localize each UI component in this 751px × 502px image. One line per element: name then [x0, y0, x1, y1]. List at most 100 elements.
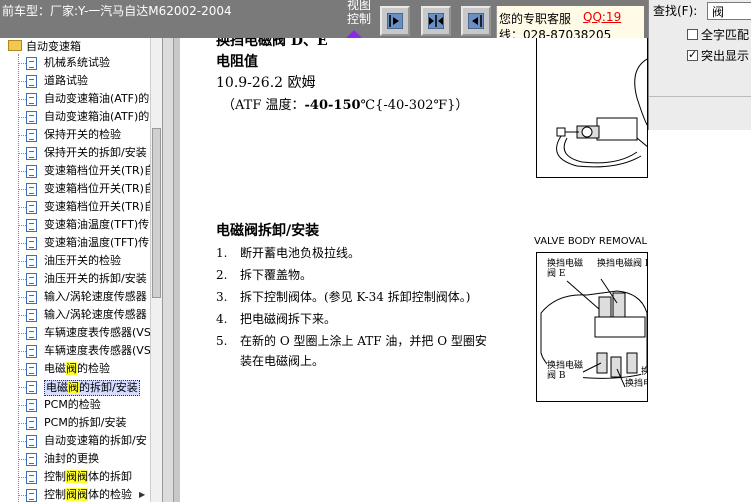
tree-connector-branch [18, 117, 26, 118]
removal-title: 电磁阀拆卸/安装 [216, 223, 320, 239]
service-box: 您的专职客服 QQ:19 线：028-87038205 [496, 6, 644, 38]
figure-label-solenoid-d: 换挡电磁阀 D [597, 259, 647, 269]
tree-item[interactable]: 控制阀阀体的检验 [0, 486, 162, 502]
tree-item-label: 控制阀阀体的检验 [44, 488, 132, 501]
next-page-button[interactable] [380, 6, 410, 36]
page-icon [26, 219, 37, 232]
search-hit: 阀阀 [66, 488, 88, 501]
tree-item[interactable]: 输入/涡轮速度传感器 [0, 306, 162, 324]
procedure-step: 5. 在新的 O 型圈上涂上 ATF 油，并把 O 型圈安 [216, 334, 487, 348]
find-label: 查找(F): [653, 4, 698, 18]
highlight-option[interactable]: 突出显示 [687, 47, 749, 64]
tree-item[interactable]: 车辆速度表传感器(VS [0, 324, 162, 342]
find-input[interactable] [707, 2, 751, 20]
next-page-icon [387, 13, 403, 29]
view-control-arrow-icon[interactable] [346, 30, 362, 38]
tree-item-label: 油压开关的拆卸/安装 [44, 272, 147, 285]
tree-connector-branch [18, 477, 26, 478]
tree-item[interactable]: 自动变速箱油(ATF)的 [0, 90, 162, 108]
find-panel: 查找(F): 全字匹配 突出显示 [648, 0, 751, 130]
tree-item-label: 控制阀阀体的拆卸 [44, 470, 132, 483]
tree-item[interactable]: 保持开关的检验 [0, 126, 162, 144]
procedure-step: 2. 拆下覆盖物。 [216, 268, 313, 282]
qq-link[interactable]: QQ:19 [583, 10, 621, 24]
tree-item[interactable]: 车辆速度表传感器(VS [0, 342, 162, 360]
tree-item[interactable]: 保持开关的拆卸/安装 [0, 144, 162, 162]
scroll-right-icon[interactable]: ▶ [139, 490, 145, 499]
tree-item[interactable]: 变速箱档位开关(TR)自 [0, 198, 162, 216]
whole-word-label: 全字匹配 [701, 28, 750, 42]
page-icon [26, 417, 37, 430]
tree-item[interactable]: 电磁阀的检验 [0, 360, 162, 378]
solenoid-figure [536, 38, 648, 178]
whole-word-checkbox[interactable] [687, 29, 698, 40]
tree-item[interactable]: 油压开关的检验 [0, 252, 162, 270]
figure-label-solenoid-c: 换挡电磁阀 C [625, 379, 647, 389]
tree-root-label: 自动变速箱 [26, 40, 81, 53]
tree-item[interactable]: 机械系统试验 [0, 54, 162, 72]
tree-connector-branch [18, 135, 26, 136]
tree-connector-branch [18, 333, 26, 334]
tree-item-label: PCM的检验 [44, 398, 101, 411]
tree-item-label: 油压开关的检验 [44, 254, 121, 267]
tree-item[interactable]: 电磁阀的拆卸/安装 [0, 378, 162, 396]
tree-connector-branch [18, 189, 26, 190]
chapter-tree: 自动变速箱 机械系统试验 道路试验 自动变速箱油(ATF)的 自动变速箱油(ATF)的… [0, 38, 162, 502]
prev-page-icon [468, 13, 484, 29]
tree-item-label: 变速箱档位开关(TR)自 [44, 200, 155, 213]
page-icon [26, 201, 37, 214]
page-icon [26, 111, 37, 124]
tree-item[interactable]: 控制阀阀体的拆卸 [0, 468, 162, 486]
tree-item[interactable]: PCM的检验 [0, 396, 162, 414]
find-divider [649, 96, 751, 97]
tree-connector-branch [18, 297, 26, 298]
figure-label-solenoid-b: 换挡电磁 阀 B [547, 361, 584, 381]
tree-item[interactable]: PCM的拆卸/安装 [0, 414, 162, 432]
tree-connector-branch [18, 261, 26, 262]
page-margin [174, 38, 180, 502]
tree-item-label: PCM的拆卸/安装 [44, 416, 127, 429]
tree-item[interactable]: 变速箱油温度(TFT)传 [0, 216, 162, 234]
tree-connector-branch [18, 369, 26, 370]
tree-item[interactable]: 油压开关的拆卸/安装 [0, 270, 162, 288]
tree-item[interactable]: 油封的更换 [0, 450, 162, 468]
tree-item-label: 电磁阀的检验 [44, 362, 110, 375]
procedure-step: 4. 把电磁阀拆下来。 [216, 312, 337, 326]
tree-scrollbar-thumb[interactable] [152, 128, 161, 298]
tree-connector-branch [18, 279, 26, 280]
highlight-checkbox[interactable] [687, 48, 698, 61]
tree-connector-branch [18, 207, 26, 208]
resistance-title: 电阻值 [216, 54, 258, 70]
service-label: 您的专职客服 [499, 12, 572, 26]
page-icon [26, 93, 37, 106]
tree-connector-branch [18, 153, 26, 154]
page-icon [26, 435, 37, 448]
tree-item-label: 自动变速箱的拆卸/安 [44, 434, 147, 447]
whole-word-option[interactable]: 全字匹配 [687, 26, 749, 43]
prev-page-button[interactable] [461, 6, 491, 36]
procedure-step-continued: 装在电磁阀上。 [240, 354, 325, 368]
page-icon [26, 399, 37, 412]
tree-item[interactable]: 输入/涡轮速度传感器 [0, 288, 162, 306]
splitter[interactable] [162, 38, 174, 502]
tree-item[interactable]: 道路试验 [0, 72, 162, 90]
tree-scrollbar[interactable] [150, 38, 162, 502]
tree-item[interactable]: 变速箱档位开关(TR)自 [0, 162, 162, 180]
view-control-label: 视图控制 [346, 0, 371, 26]
tree-item-label: 车辆速度表传感器(VS [44, 344, 151, 357]
tree-connector-branch [18, 81, 26, 82]
search-hit: 阀 [66, 362, 77, 375]
tree-connector-branch [18, 441, 26, 442]
page-icon [26, 129, 37, 142]
tree-connector-branch [18, 171, 26, 172]
tree-item-label: 变速箱档位开关(TR)自 [44, 182, 155, 195]
tree-item[interactable]: 自动变速箱的拆卸/安 [0, 432, 162, 450]
folder-open-icon [8, 40, 22, 51]
fit-page-button[interactable] [421, 6, 451, 36]
page-icon [26, 75, 37, 88]
tree-item[interactable]: 变速箱油温度(TFT)传 [0, 234, 162, 252]
tree-item[interactable]: 自动变速箱油(ATF)的 [0, 108, 162, 126]
tree-connector-branch [18, 405, 26, 406]
tree-item[interactable]: 变速箱档位开关(TR)自 [0, 180, 162, 198]
page-icon [26, 273, 37, 286]
